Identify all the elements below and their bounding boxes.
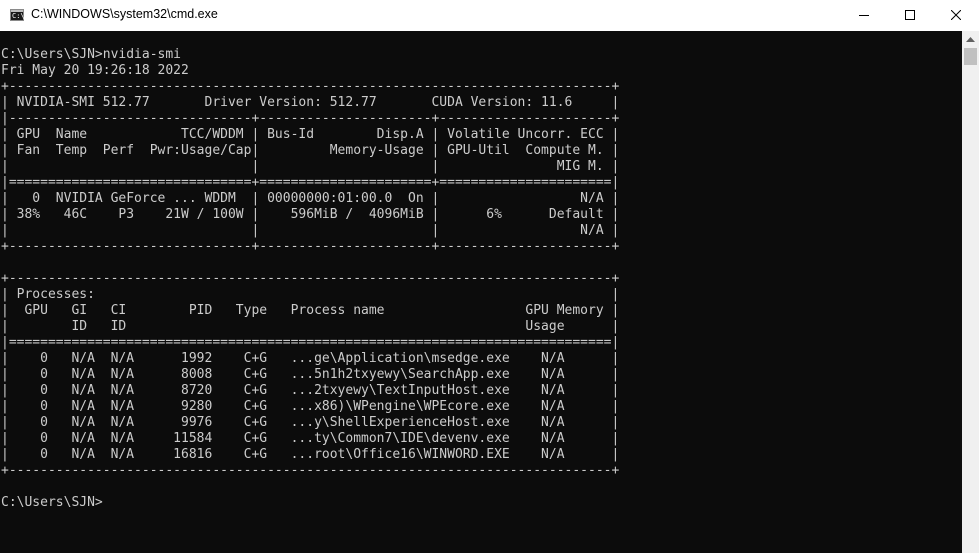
console-line: Fri May 20 19:26:18 2022 [1, 63, 189, 78]
console-output[interactable]: C:\Users\SJN>nvidia-smi Fri May 20 19:26:… [1, 47, 619, 511]
console-line: |-------------------------------+-------… [1, 111, 620, 126]
console-line: | 0 NVIDIA GeForce ... WDDM | 00000000:0… [1, 191, 620, 206]
cmd-window: C:\ C:\WINDOWS\system32\cmd.exe C:\Users… [0, 0, 979, 553]
vertical-scrollbar[interactable] [962, 31, 979, 553]
console-line: C:\Users\SJN> [1, 495, 103, 510]
console-line: | GPU GI CI PID Type Process name GPU Me… [1, 303, 620, 318]
console-line: +---------------------------------------… [1, 79, 620, 94]
console-line: | 0 N/A N/A 11584 C+G ...ty\Common7\IDE\… [1, 431, 620, 446]
console-line: |===============================+=======… [1, 175, 620, 190]
minimize-icon [859, 15, 869, 16]
console-area[interactable]: C:\Users\SJN>nvidia-smi Fri May 20 19:26:… [0, 31, 962, 553]
maximize-button[interactable] [887, 0, 933, 31]
console-line: | | | MIG M. | [1, 159, 620, 174]
console-line: +---------------------------------------… [1, 271, 620, 286]
console-line: | | | N/A | [1, 223, 620, 238]
scroll-thumb[interactable] [964, 48, 977, 65]
console-line: | NVIDIA-SMI 512.77 Driver Version: 512.… [1, 95, 620, 110]
console-line: | 0 N/A N/A 9280 C+G ...x86)\WPengine\WP… [1, 399, 620, 414]
console-line: |=======================================… [1, 335, 620, 350]
close-button[interactable] [933, 0, 979, 31]
console-line: | ID ID Usage | [1, 319, 620, 334]
console-line: | 0 N/A N/A 9976 C+G ...y\ShellExperienc… [1, 415, 620, 430]
console-line: | GPU Name TCC/WDDM | Bus-Id Disp.A | Vo… [1, 127, 620, 142]
console-line: | 0 N/A N/A 1992 C+G ...ge\Application\m… [1, 351, 620, 366]
console-line: | Fan Temp Perf Pwr:Usage/Cap| Memory-Us… [1, 143, 620, 158]
scroll-up-button[interactable] [962, 31, 979, 48]
console-line: +-------------------------------+-------… [1, 239, 620, 254]
console-line: | 0 N/A N/A 8720 C+G ...2txyewy\TextInpu… [1, 383, 620, 398]
app-icon-glyph: C:\ [12, 12, 25, 20]
console-line: | Processes: | [1, 287, 620, 302]
window-title: C:\WINDOWS\system32\cmd.exe [31, 7, 218, 21]
console-line: | 0 N/A N/A 16816 C+G ...root\Office16\W… [1, 447, 620, 462]
title-bar[interactable]: C:\ C:\WINDOWS\system32\cmd.exe [0, 0, 979, 32]
console-line: | 38% 46C P3 21W / 100W | 596MiB / 4096M… [1, 207, 620, 222]
console-line: C:\Users\SJN>nvidia-smi [1, 47, 182, 62]
minimize-button[interactable] [841, 0, 887, 31]
maximize-icon [905, 10, 915, 20]
console-line: +---------------------------------------… [1, 463, 620, 478]
scroll-up-arrow-icon [966, 37, 975, 42]
close-icon [951, 10, 961, 20]
cmd-app-icon[interactable]: C:\ [10, 9, 25, 21]
console-line: | 0 N/A N/A 8008 C+G ...5n1h2txyewy\Sear… [1, 367, 620, 382]
